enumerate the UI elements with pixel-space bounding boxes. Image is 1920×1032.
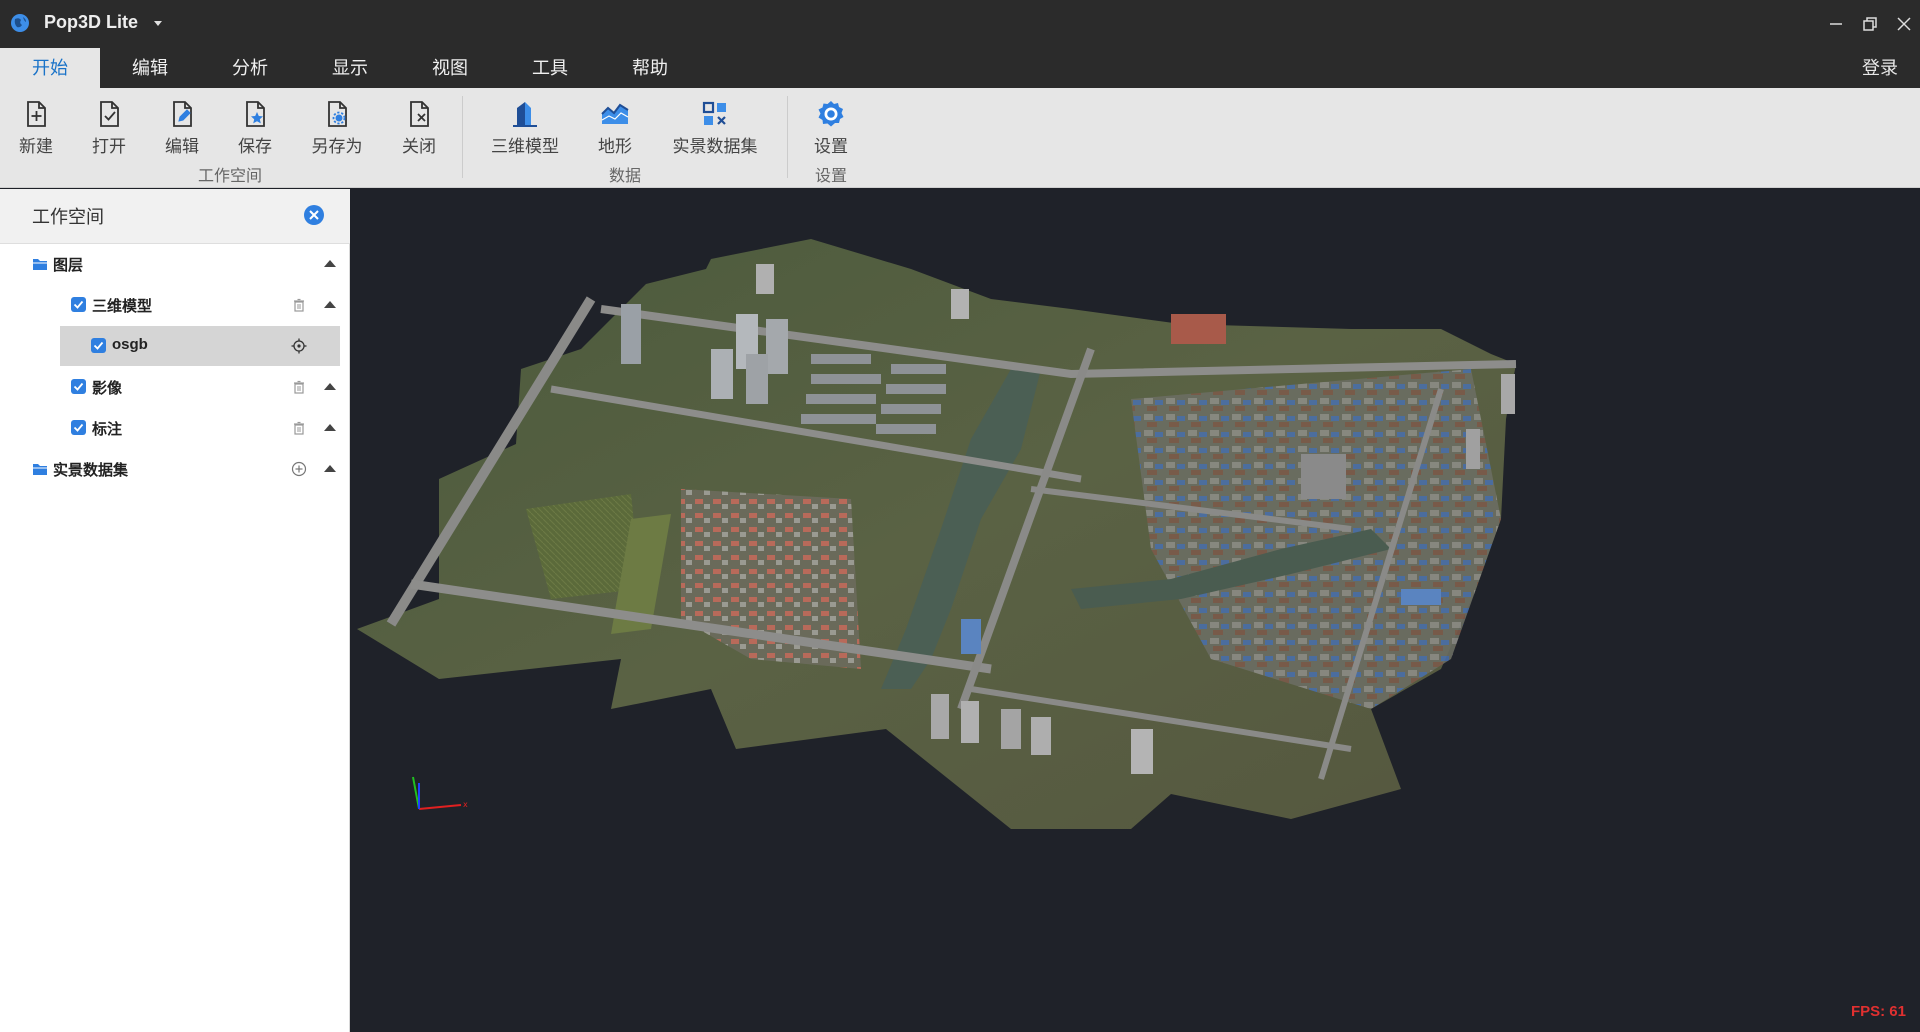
- reality-dataset-button-label: 实景数据集: [672, 137, 758, 157]
- panel-header: 工作空间: [0, 189, 350, 244]
- settings-button-label: 设置: [814, 137, 848, 157]
- trash-icon[interactable]: [291, 420, 307, 436]
- settings-group-label: 设置: [814, 166, 847, 185]
- save-as-button-label: 另存为: [311, 137, 363, 157]
- edit-button-label: 编辑: [165, 137, 199, 157]
- folder-icon: [33, 259, 47, 270]
- check-icon: [73, 300, 84, 309]
- workspace-panel: 工作空间 图层 三维模型 osgb 影像 标注 实景数据集: [0, 189, 350, 1032]
- blue-roof-building: [1401, 589, 1441, 605]
- app-title: Pop3D Lite: [44, 12, 139, 32]
- ribbon-divider: [462, 96, 463, 178]
- trash-icon[interactable]: [291, 379, 307, 395]
- tab-edit[interactable]: 编辑: [100, 48, 200, 88]
- close-workspace-button-label: 关闭: [402, 137, 436, 157]
- login-button[interactable]: 登录: [1862, 48, 1898, 88]
- save-button[interactable]: 保存: [220, 98, 290, 158]
- close-file-icon: [410, 101, 429, 127]
- checkbox-osgb[interactable]: [91, 338, 106, 353]
- svg-text:x: x: [463, 800, 468, 809]
- open-button-label: 打开: [92, 137, 126, 157]
- collapse-arrow-icon[interactable]: [323, 463, 337, 473]
- new-button-label: 新建: [19, 137, 53, 157]
- ribbon-toolbar: 新建 打开 编辑 保存 另存为 关闭 工作空间 三维模型 地形 实景数据集 数据…: [0, 88, 1920, 188]
- add-circle-icon[interactable]: [291, 461, 307, 477]
- checkbox-3d-model[interactable]: [71, 297, 86, 312]
- 3d-model-button[interactable]: 三维模型: [490, 98, 560, 158]
- minimize-icon[interactable]: [1824, 12, 1848, 36]
- collapse-arrow-icon[interactable]: [323, 381, 337, 391]
- tree-node-3d-model[interactable]: 三维模型: [0, 285, 350, 325]
- save-file-icon: [246, 101, 265, 127]
- warehouse: [1301, 454, 1346, 499]
- tree-node-annotation[interactable]: 标注: [0, 408, 350, 448]
- close-workspace-button[interactable]: 关闭: [384, 98, 454, 158]
- edit-file-icon: [173, 101, 192, 127]
- settings-button[interactable]: 设置: [796, 98, 866, 158]
- new-button[interactable]: 新建: [1, 98, 71, 158]
- save-as-button[interactable]: 另存为: [302, 98, 372, 158]
- save-button-label: 保存: [238, 137, 272, 157]
- 3d-model-button-label: 三维模型: [491, 137, 559, 157]
- chevron-down-icon[interactable]: [152, 17, 164, 29]
- factory-building: [1171, 314, 1226, 344]
- terrain-button[interactable]: 地形: [580, 98, 650, 158]
- close-circle-icon[interactable]: [303, 204, 325, 226]
- panel-title: 工作空间: [32, 207, 104, 228]
- tab-view[interactable]: 视图: [400, 48, 500, 88]
- collapse-arrow-icon[interactable]: [323, 422, 337, 432]
- 3d-viewport[interactable]: x FPS: 61: [351, 189, 1920, 1032]
- tab-tools[interactable]: 工具: [500, 48, 600, 88]
- tab-analysis[interactable]: 分析: [200, 48, 300, 88]
- tree-label-osgb: osgb: [112, 336, 148, 353]
- app-logo-icon: [11, 14, 29, 32]
- tree-label-imagery: 影像: [92, 379, 123, 397]
- tab-start[interactable]: 开始: [0, 48, 100, 88]
- tab-help[interactable]: 帮助: [600, 48, 700, 88]
- gear-icon: [818, 101, 844, 127]
- menu-bar: 开始 编辑 分析 显示 视图 工具 帮助: [0, 48, 1920, 88]
- data-group-label: 数据: [608, 166, 641, 185]
- terrain-icon: [601, 103, 629, 124]
- reality-dataset-button[interactable]: 实景数据集: [665, 98, 765, 158]
- open-file-icon: [100, 101, 119, 127]
- workspace-group-label: 工作空间: [197, 166, 262, 185]
- save-as-file-icon: [328, 101, 347, 127]
- terrain-button-label: 地形: [598, 137, 632, 157]
- tree-node-osgb[interactable]: osgb: [0, 326, 350, 366]
- trash-icon[interactable]: [291, 297, 307, 313]
- dataset-grid-icon: [702, 101, 726, 125]
- open-button[interactable]: 打开: [74, 98, 144, 158]
- check-icon: [73, 423, 84, 432]
- tree-label-annotation: 标注: [92, 420, 123, 438]
- tree-node-layers[interactable]: 图层: [0, 244, 350, 284]
- title-bar: Pop3D Lite: [0, 0, 1920, 48]
- tree-label-reality-datasets: 实景数据集: [53, 461, 129, 479]
- fps-counter: FPS: 61: [1850, 1003, 1906, 1020]
- collapse-arrow-icon[interactable]: [323, 299, 337, 309]
- checkbox-imagery[interactable]: [71, 379, 86, 394]
- checkbox-annotation[interactable]: [71, 420, 86, 435]
- restore-icon[interactable]: [1858, 12, 1882, 36]
- oblique-photo-model[interactable]: [351, 189, 1920, 1032]
- folder-icon: [33, 464, 47, 475]
- check-icon: [73, 382, 84, 391]
- tree-label-3d-model: 三维模型: [92, 297, 153, 315]
- tree-label-layers: 图层: [53, 256, 84, 274]
- blue-roof-building: [961, 619, 981, 654]
- new-file-icon: [27, 101, 46, 127]
- tree-node-reality-datasets[interactable]: 实景数据集: [0, 449, 350, 489]
- tab-display[interactable]: 显示: [300, 48, 400, 88]
- check-icon: [93, 341, 104, 350]
- close-icon[interactable]: [1892, 12, 1916, 36]
- building-icon: [513, 102, 537, 127]
- edit-button[interactable]: 编辑: [147, 98, 217, 158]
- axis-gizmo: x: [412, 776, 468, 810]
- collapse-arrow-icon[interactable]: [323, 258, 337, 268]
- tree-node-imagery[interactable]: 影像: [0, 367, 350, 407]
- locate-target-icon[interactable]: [291, 338, 307, 354]
